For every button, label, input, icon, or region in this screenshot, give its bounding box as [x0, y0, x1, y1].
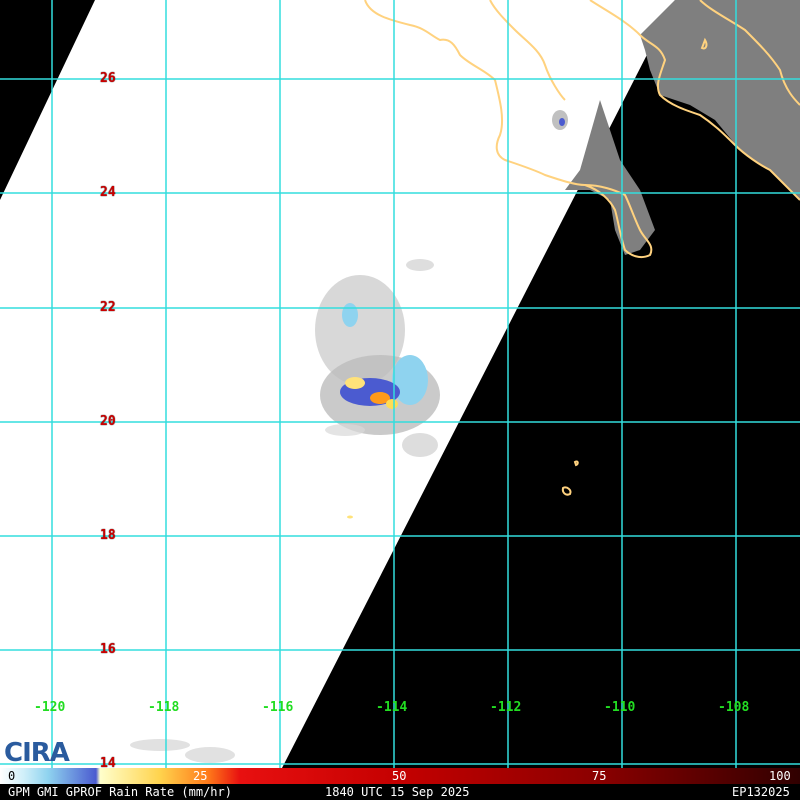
colorbar-tick-0: 0: [8, 769, 16, 783]
lat-label-18: 18: [100, 528, 116, 543]
lon-label-112: -112: [490, 700, 522, 715]
lon-label-120: -120: [34, 700, 66, 715]
lon-label-108: -108: [718, 700, 750, 715]
colorbar-tick-75: 75: [592, 769, 607, 783]
satellite-map: [0, 0, 800, 768]
lat-label-20: 20: [100, 414, 116, 429]
lon-label-118: -118: [148, 700, 180, 715]
lat-label-24: 24: [100, 185, 116, 200]
colorbar-tick-100: 100: [769, 769, 791, 783]
image-caption-bar: GPM GMI GPROF Rain Rate (mm/hr) 1840 UTC…: [0, 784, 800, 800]
lon-label-114: -114: [376, 700, 408, 715]
colorbar-tick-50: 50: [392, 769, 407, 783]
product-title: GPM GMI GPROF Rain Rate (mm/hr): [8, 785, 232, 799]
colorbar-tick-25: 25: [193, 769, 208, 783]
lat-label-22: 22: [100, 300, 116, 315]
lat-label-16: 16: [100, 642, 116, 657]
lon-label-110: -110: [604, 700, 636, 715]
storm-id: EP132025: [732, 785, 790, 799]
cira-logo: CIRA: [4, 738, 70, 768]
lon-label-116: -116: [262, 700, 294, 715]
observation-time: 1840 UTC 15 Sep 2025: [325, 785, 470, 799]
lat-label-26: 26: [100, 71, 116, 86]
